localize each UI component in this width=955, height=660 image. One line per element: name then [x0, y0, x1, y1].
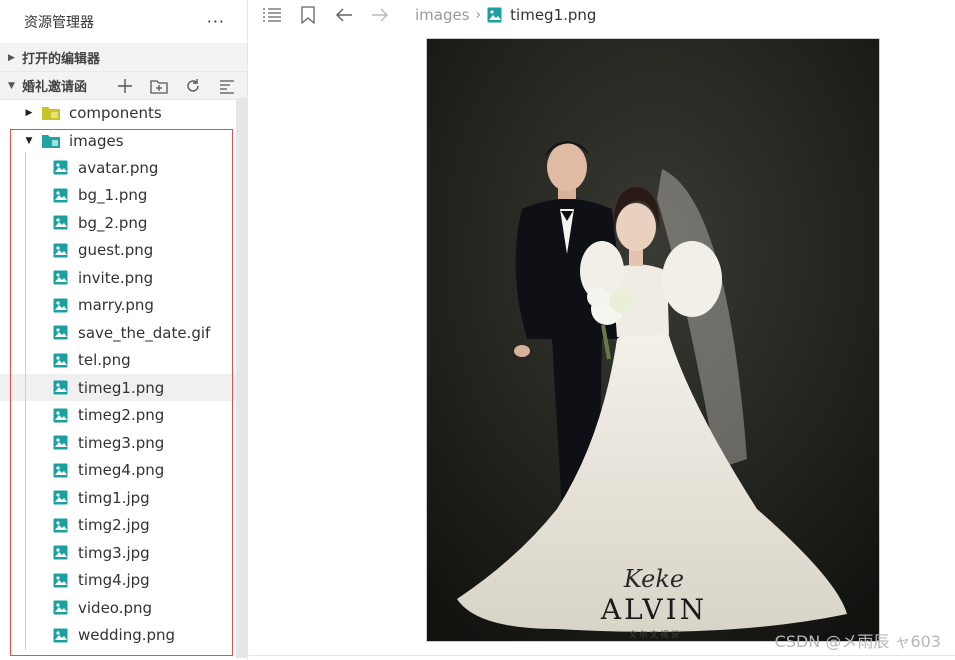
project-label: 婚礼邀请函 — [22, 80, 88, 95]
chevron-down-icon: ▼ — [8, 80, 15, 91]
folder-icon — [42, 106, 60, 120]
file-item[interactable]: save_the_date.gif — [0, 319, 236, 346]
image-file-icon — [53, 408, 68, 422]
file-label: timg2.jpg — [78, 516, 150, 534]
image-file-icon — [53, 298, 68, 312]
image-file-icon — [53, 188, 68, 202]
file-label: invite.png — [78, 268, 154, 287]
open-editors-label: 打开的编辑器 — [22, 52, 101, 67]
file-label: timeg3.png — [78, 433, 165, 452]
forward-arrow-icon[interactable] — [365, 2, 395, 28]
image-file-icon — [53, 435, 68, 450]
file-label: video.png — [78, 598, 153, 617]
file-label: bg_1.png — [78, 186, 148, 204]
image-file-icon — [53, 518, 68, 532]
file-label: wedding.png — [78, 626, 176, 644]
folder-components[interactable]: ▶ components — [0, 99, 236, 126]
explorer-sidebar: 资源管理器 ··· ▶ 打开的编辑器 ▼ 婚礼邀请函 ▶ components … — [0, 0, 248, 660]
breadcrumb-file[interactable]: timeg1.png — [487, 6, 596, 24]
file-item[interactable]: timg3.jpg — [0, 539, 236, 566]
image-file-icon — [53, 490, 68, 505]
file-label: guest.png — [78, 241, 154, 259]
file-label: timeg1.png — [78, 378, 165, 397]
file-item[interactable]: timg1.jpg — [0, 484, 236, 511]
file-item[interactable]: wedding.png — [0, 622, 236, 649]
image-file-icon — [53, 160, 68, 175]
outline-icon[interactable] — [257, 2, 287, 28]
open-editors-section[interactable]: ▶ 打开的编辑器 — [0, 44, 247, 72]
explorer-header: 资源管理器 ··· — [0, 0, 247, 44]
file-item[interactable]: timg4.jpg — [0, 567, 236, 594]
folder-label: components — [69, 103, 162, 122]
editor-toolbar: images › timeg1.png — [249, 0, 955, 30]
file-label: timg1.jpg — [78, 488, 150, 507]
chevron-right-icon: ▶ — [25, 107, 33, 118]
folder-label: images — [69, 131, 124, 150]
image-file-icon — [53, 600, 68, 615]
photo-logo: ALVIN — [600, 593, 707, 626]
file-label: save_the_date.gif — [78, 323, 211, 342]
chevron-right-icon: ▶ — [8, 52, 15, 63]
image-file-icon — [487, 7, 502, 23]
sidebar-scrollbar[interactable] — [236, 98, 248, 658]
chevron-right-icon: › — [475, 7, 482, 23]
image-file-icon — [53, 243, 68, 257]
bookmark-icon[interactable] — [293, 2, 323, 28]
file-label: bg_2.png — [78, 213, 148, 232]
image-preview: Keke ALVIN 文 尔 文 视 觉 — [426, 38, 880, 642]
file-label: marry.png — [78, 296, 154, 314]
file-label: timeg2.png — [78, 406, 165, 424]
image-file-icon — [53, 628, 68, 642]
chevron-down-icon: ▼ — [25, 135, 33, 146]
file-item[interactable]: marry.png — [0, 292, 236, 319]
explorer-title: 资源管理器 — [24, 14, 94, 31]
image-file-icon — [53, 545, 68, 560]
file-item[interactable]: timeg3.png — [0, 429, 236, 456]
file-tree: ▶ components ▼ images avatar.png bg_1.png… — [0, 98, 236, 660]
back-arrow-icon[interactable] — [329, 2, 359, 28]
file-label: timg3.jpg — [78, 543, 150, 562]
app-window: 资源管理器 ··· ▶ 打开的编辑器 ▼ 婚礼邀请函 ▶ components … — [0, 0, 955, 660]
photo-logo-sub: 文 尔 文 视 觉 — [629, 629, 679, 639]
breadcrumb-file-label: timeg1.png — [510, 6, 597, 24]
file-label: timg4.jpg — [78, 571, 150, 589]
editor-area: images › timeg1.png Keke ALVIN 文 尔 文 视 觉… — [249, 0, 955, 660]
more-icon[interactable]: ··· — [207, 12, 225, 31]
file-item[interactable]: timeg4.png — [0, 457, 236, 484]
project-section[interactable]: ▼ 婚礼邀请函 — [0, 72, 247, 100]
folder-images[interactable]: ▼ images — [0, 127, 236, 154]
new-file-icon[interactable] — [115, 76, 135, 96]
new-folder-icon[interactable] — [149, 76, 169, 96]
file-item[interactable]: invite.png — [0, 264, 236, 291]
image-folder-icon — [42, 134, 60, 148]
editor-bottom-border — [249, 655, 955, 656]
image-file-icon — [53, 463, 68, 477]
file-label: tel.png — [78, 351, 131, 369]
file-item[interactable]: timeg1.png — [0, 374, 236, 401]
file-item[interactable]: bg_2.png — [0, 209, 236, 236]
breadcrumb-folder[interactable]: images — [415, 6, 470, 24]
file-item[interactable]: avatar.png — [0, 154, 236, 181]
refresh-icon[interactable] — [183, 76, 203, 96]
file-label: timeg4.png — [78, 461, 165, 479]
watermark: CSDN @メ雨辰 ャ603 — [774, 632, 941, 651]
indent-guide — [25, 152, 26, 650]
file-item[interactable]: video.png — [0, 594, 236, 621]
file-item[interactable]: timeg2.png — [0, 402, 236, 429]
file-item[interactable]: guest.png — [0, 237, 236, 264]
image-file-icon — [53, 380, 68, 395]
image-file-icon — [53, 353, 68, 367]
image-file-icon — [53, 215, 68, 230]
photo-logo-script: Keke — [623, 565, 684, 593]
image-file-icon — [53, 270, 68, 285]
image-file-icon — [53, 325, 68, 340]
file-item[interactable]: bg_1.png — [0, 182, 236, 209]
file-item[interactable]: timg2.jpg — [0, 512, 236, 539]
file-item[interactable]: tel.png — [0, 347, 236, 374]
file-label: avatar.png — [78, 158, 159, 177]
collapse-all-icon[interactable] — [217, 76, 237, 96]
image-file-icon — [53, 573, 68, 587]
wedding-photo: Keke ALVIN 文 尔 文 视 觉 — [427, 39, 879, 641]
